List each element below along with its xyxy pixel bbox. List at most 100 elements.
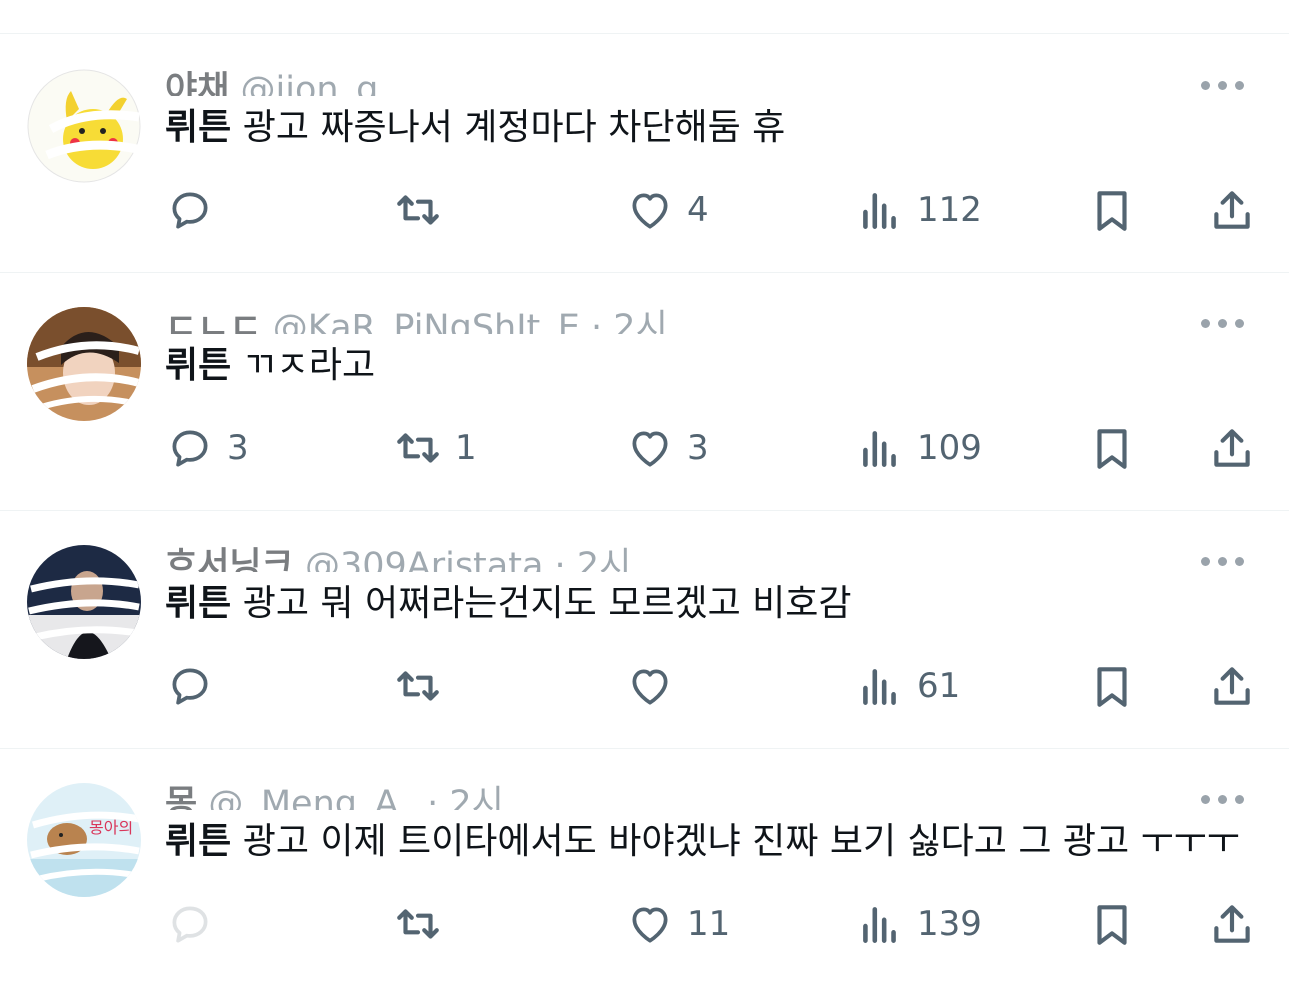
share-button[interactable] [1207,418,1257,478]
share-button[interactable] [1207,180,1257,240]
reply-button[interactable]: 3 [165,418,249,478]
post[interactable]: ㄷㄴㄷ @KaR_PiNgShIt_E · 2시 뤼튼 ㄲㅈ라고 3 1 3 1… [0,272,1289,511]
post-time[interactable]: 2시 [613,308,667,334]
post-text: 뤼튼 광고 짜증나서 계정마다 차단해둠 휴 [165,106,785,150]
avatar[interactable] [27,69,141,183]
post-time[interactable]: 2시 [577,546,631,572]
bookmark-icon [1097,429,1127,469]
keyword: 뤼튼 [165,583,232,624]
like-count: 4 [687,190,709,230]
post-header: 몽 @_Meng_A_ · 2시 [165,770,504,810]
bookmark-button[interactable] [1087,418,1137,478]
post-text-body: 광고 이제 트이타에서도 바야겠냐 진짜 보기 싫다고 그 광고 ㅜㅜㅜ [231,821,1240,862]
views-button[interactable]: 112 [855,180,982,240]
reply-button[interactable] [165,894,227,954]
illustration-avatar-icon: 몽아의 [27,783,141,897]
author-handle[interactable]: @309Aristata [305,546,543,572]
views-button[interactable]: 139 [855,894,982,954]
author-handle[interactable]: @_Meng_A_ [208,784,416,810]
views-icon [863,669,896,705]
reply-icon [172,192,208,229]
like-button[interactable] [625,656,687,716]
bookmark-icon [1097,191,1127,231]
reply-button[interactable] [165,180,227,240]
more-icon[interactable] [1201,792,1245,806]
views-count: 61 [917,666,961,706]
post[interactable]: 몽아의 몽 @_Meng_A_ · 2시 뤼튼 광고 이제 트이타에서도 바야겠… [0,748,1289,986]
repost-button[interactable] [393,180,455,240]
reply-icon [172,668,208,705]
post-text: 뤼튼 광고 이제 트이타에서도 바야겠냐 진짜 보기 싫다고 그 광고 ㅜㅜㅜ [165,820,1240,864]
views-icon [863,193,896,229]
repost-icon [397,195,439,225]
repost-count: 1 [455,428,477,468]
avatar[interactable] [27,307,141,421]
views-icon [863,907,896,943]
post-text: 뤼튼 ㄲㅈ라고 [165,344,375,388]
reply-button[interactable] [165,656,227,716]
post-text-body: 광고 뭐 어쩌라는건지도 모르겠고 비호감 [231,583,852,624]
views-count: 112 [917,190,982,230]
avatar[interactable] [27,545,141,659]
more-icon[interactable] [1201,78,1245,92]
person-avatar-icon [27,307,141,421]
separator-dot: · [591,308,603,334]
share-icon [1214,905,1250,943]
repost-button[interactable] [393,894,455,954]
like-icon [632,907,668,943]
like-button[interactable]: 11 [625,894,730,954]
reply-icon [172,430,208,467]
post[interactable]: 야채 @jjon_g 뤼튼 광고 짜증나서 계정마다 차단해둠 휴 4 112 [0,34,1289,273]
reply-icon [172,906,208,943]
separator-dot: · [554,546,566,572]
pikachu-avatar-icon [27,69,141,183]
share-icon [1214,429,1250,467]
author-name[interactable]: 흐서닝크 [165,546,294,572]
action-bar: 4 112 [165,180,1265,240]
views-button[interactable]: 109 [855,418,982,478]
more-icon[interactable] [1201,554,1245,568]
author-name[interactable]: 야채 [165,70,229,96]
author-handle[interactable]: @jjon_g [241,70,379,96]
post-header: 야채 @jjon_g [165,56,378,96]
repost-icon [397,671,439,701]
share-button[interactable] [1207,894,1257,954]
like-button[interactable]: 4 [625,180,709,240]
views-count: 139 [917,904,982,944]
author-name[interactable]: ㄷㄴㄷ [165,308,262,334]
action-bar: 61 [165,656,1265,716]
post[interactable]: 흐서닝크 @309Aristata · 2시 뤼튼 광고 뭐 어쩌라는건지도 모… [0,510,1289,749]
like-count: 11 [687,904,731,944]
author-name[interactable]: 몽 [165,784,197,810]
reply-count: 3 [227,428,249,468]
repost-icon [397,433,439,463]
post-header: 흐서닝크 @309Aristata · 2시 [165,532,631,572]
like-icon [632,431,668,467]
share-button[interactable] [1207,656,1257,716]
keyword: 뤼튼 [165,345,232,386]
repost-button[interactable]: 1 [393,418,477,478]
author-handle[interactable]: @KaR_PiNgShIt_E [273,308,580,334]
bookmark-icon [1097,905,1127,945]
repost-icon [397,909,439,939]
like-count: 3 [687,428,709,468]
person-avatar-icon [27,545,141,659]
repost-button[interactable] [393,656,455,716]
post-time[interactable]: 2시 [449,784,503,810]
share-icon [1214,191,1250,229]
views-icon [863,431,896,467]
bookmark-button[interactable] [1087,656,1137,716]
views-button[interactable]: 61 [855,656,960,716]
bookmark-button[interactable] [1087,180,1137,240]
action-bar: 11 139 [165,894,1265,954]
like-icon [632,669,668,705]
bookmark-button[interactable] [1087,894,1137,954]
more-icon[interactable] [1201,316,1245,330]
action-bar: 3 1 3 109 [165,418,1265,478]
keyword: 뤼튼 [165,107,232,148]
svg-text:몽아의: 몽아의 [89,818,133,837]
views-count: 109 [917,428,982,468]
post-text-body: ㄲㅈ라고 [231,345,376,386]
like-button[interactable]: 3 [625,418,709,478]
avatar[interactable]: 몽아의 [27,783,141,897]
